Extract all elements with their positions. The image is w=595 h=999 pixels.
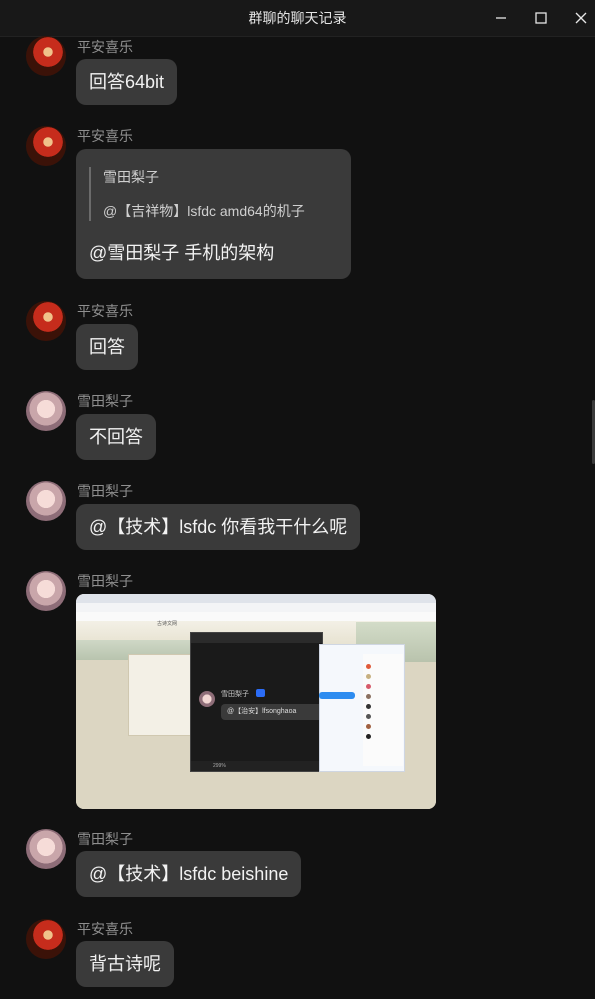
screenshot-member-avatar: [366, 704, 371, 709]
message-bubble[interactable]: @【技术】lsfdc 你看我干什么呢: [76, 504, 361, 550]
screenshot-blue-bubble: [319, 692, 355, 699]
message-bubble[interactable]: 背古诗呢: [76, 941, 174, 987]
quoted-message[interactable]: 雪田梨子 @【吉祥物】lsfdc amd64的机子: [89, 167, 338, 221]
close-icon[interactable]: [558, 0, 595, 36]
avatar[interactable]: [26, 829, 66, 869]
screenshot-member-avatar: [366, 724, 371, 729]
screenshot-message: @【治安】lfsonghaoa: [221, 704, 328, 720]
avatar[interactable]: [26, 301, 66, 341]
message-bubble[interactable]: 回答: [76, 324, 138, 370]
sender-nickname: 平安喜乐: [77, 128, 133, 144]
avatar[interactable]: [26, 481, 66, 521]
screenshot-viewer-toolbar: [191, 761, 322, 771]
message-bubble[interactable]: 不回答: [76, 414, 156, 460]
quoted-sender: 雪田梨子: [103, 169, 159, 185]
screenshot-member-avatar: [366, 684, 371, 689]
image-message[interactable]: 古诗文网 雪田梨子 @【治安】lfsonghaoa 299%: [76, 594, 436, 809]
screenshot-bookmarks: [76, 612, 436, 621]
sender-nickname: 平安喜乐: [77, 303, 133, 319]
message-bubble[interactable]: 回答64bit: [76, 59, 178, 105]
screenshot-badge: [256, 689, 265, 697]
quoted-text: @【吉祥物】lsfdc amd64的机子: [103, 203, 305, 219]
screenshot-member-avatar: [366, 714, 371, 719]
screenshot-member-avatar: [366, 664, 371, 669]
avatar[interactable]: [26, 36, 66, 76]
sender-nickname: 平安喜乐: [77, 921, 133, 937]
sender-nickname: 平安喜乐: [77, 39, 133, 55]
sender-nickname: 雪田梨子: [77, 831, 133, 847]
screenshot-member-avatar: [366, 734, 371, 739]
reply-text: @雪田梨子 手机的架构: [89, 243, 275, 263]
screenshot-member-avatar: [366, 694, 371, 699]
avatar[interactable]: [26, 919, 66, 959]
screenshot-nickname: 雪田梨子: [221, 691, 249, 698]
title-bar: 群聊的聊天记录: [0, 0, 595, 37]
screenshot-avatar: [199, 691, 215, 707]
sender-nickname: 雪田梨子: [77, 393, 133, 409]
screenshot-image-viewer: 雪田梨子 @【治安】lfsonghaoa 299%: [190, 632, 328, 772]
avatar[interactable]: [26, 391, 66, 431]
screenshot-browser-tabs: [76, 594, 436, 603]
avatar[interactable]: [26, 126, 66, 166]
screenshot-member-list: [363, 654, 403, 766]
sender-nickname: 雪田梨子: [77, 573, 133, 589]
screenshot-site-name: 古诗文网: [157, 621, 178, 627]
screenshot-member-avatar: [366, 674, 371, 679]
screenshot-viewer-header: [191, 633, 322, 643]
screenshot-zoom-level: 299%: [213, 763, 226, 769]
quote-message-bubble[interactable]: 雪田梨子 @【吉祥物】lsfdc amd64的机子 @雪田梨子 手机的架构: [76, 149, 351, 279]
message-bubble[interactable]: @【技术】lsfdc beishine: [76, 851, 302, 897]
avatar[interactable]: [26, 571, 66, 611]
sender-nickname: 雪田梨子: [77, 483, 133, 499]
